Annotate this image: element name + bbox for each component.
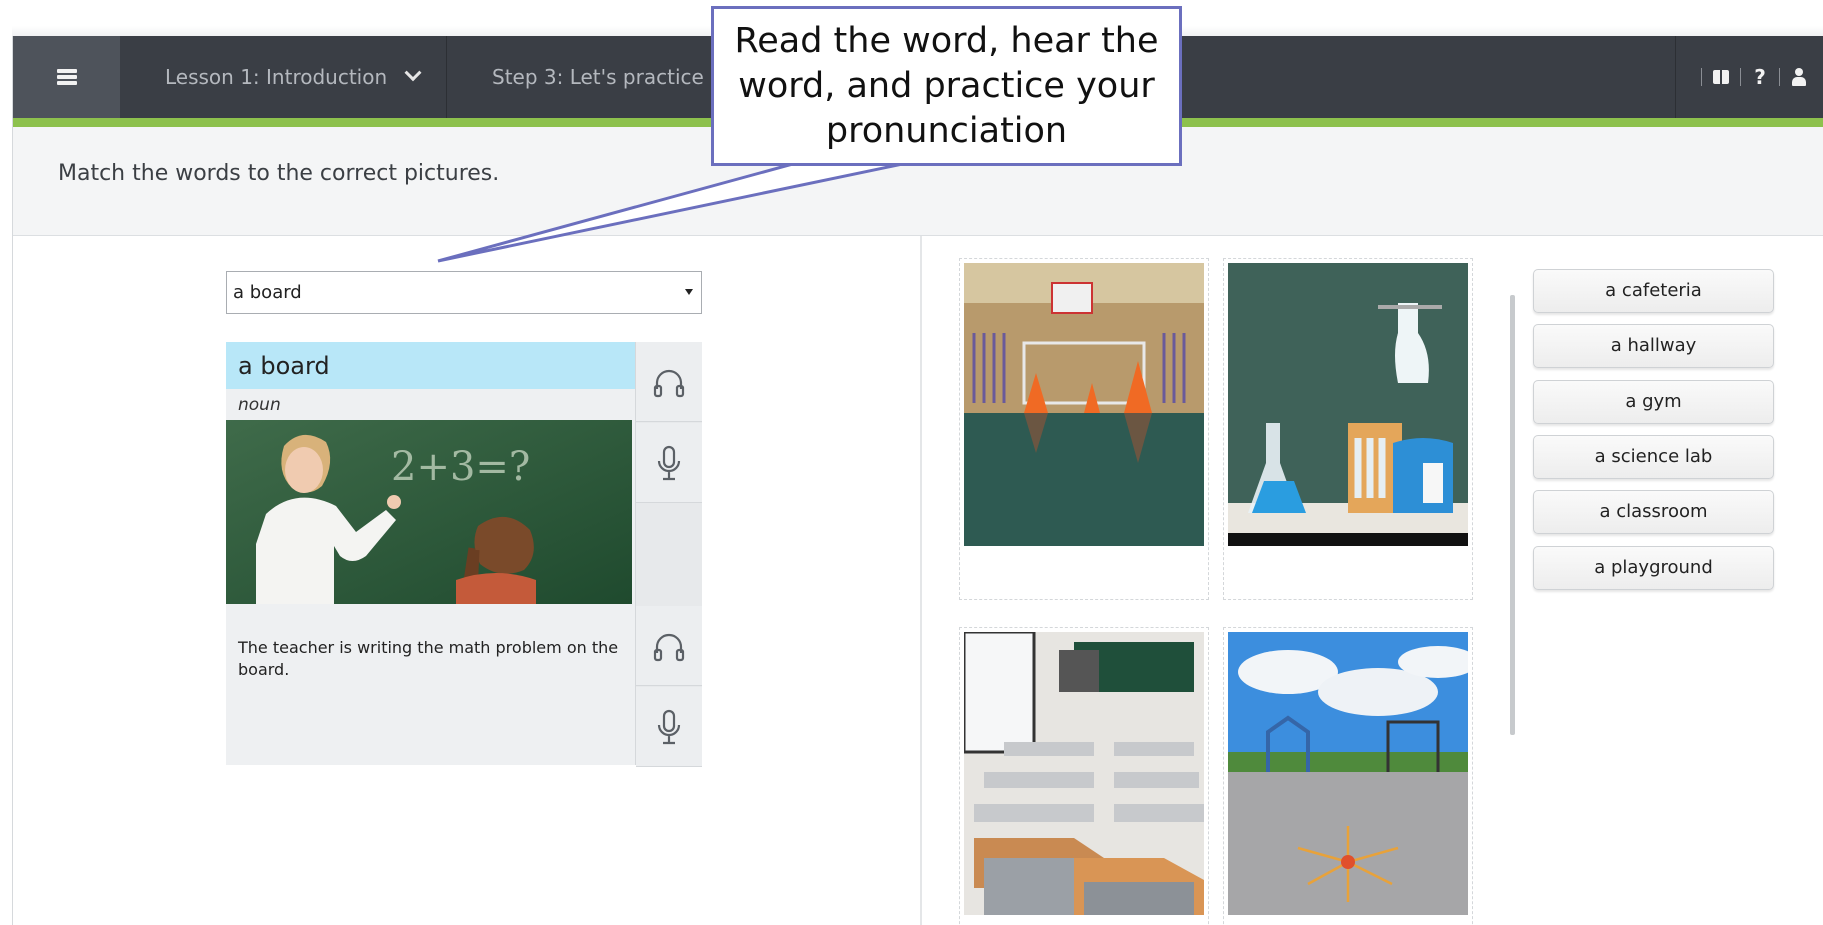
example-sentence: The teacher is writing the math problem …: [238, 638, 619, 679]
help-icon: ?: [1754, 65, 1766, 89]
user-button[interactable]: [1791, 68, 1807, 86]
record-word-button[interactable]: [636, 423, 702, 503]
classroom-photo: [964, 632, 1204, 915]
picture-scrollbar[interactable]: [1510, 295, 1515, 735]
word-bank-item[interactable]: a gym: [1533, 380, 1774, 424]
separator: [1740, 68, 1741, 86]
microphone-icon: [657, 709, 681, 744]
picture-card-science-lab[interactable]: [1223, 258, 1473, 600]
audio-controls: [635, 342, 702, 767]
panel-divider: [920, 236, 922, 925]
app-window: Lesson 1: Introduction Step 3: Let's pra…: [12, 36, 1823, 925]
instruction-text: Match the words to the correct pictures.: [58, 161, 500, 186]
caret-down-icon: [685, 289, 693, 295]
listen-sentence-button[interactable]: [636, 606, 702, 686]
step-label: Step 3: Let's practice: [492, 65, 704, 89]
user-icon: [1792, 68, 1806, 86]
callout-line: word, and practice your: [738, 66, 1155, 106]
hamburger-icon: [56, 67, 77, 87]
word-card: a board noun 2+3=? The teacher is writin…: [226, 342, 702, 767]
book-button[interactable]: [1713, 70, 1729, 84]
chalk-writing: 2+3=?: [391, 444, 530, 490]
science-lab-photo: [1228, 263, 1468, 546]
gym-photo: [964, 263, 1204, 546]
callout-line: Read the word, hear the: [734, 21, 1159, 61]
lesson-label: Lesson 1: Introduction: [165, 65, 388, 89]
listen-word-button[interactable]: [636, 342, 702, 422]
word-heading: a board: [226, 342, 635, 389]
headphones-icon: [653, 633, 685, 661]
picture-card-gym[interactable]: [959, 258, 1209, 600]
word-select-value: a board: [233, 282, 302, 303]
word-bank-item[interactable]: a classroom: [1533, 490, 1774, 534]
microphone-icon: [657, 445, 681, 480]
word-bank-item[interactable]: a science lab: [1533, 435, 1774, 479]
callout-line: pronunciation: [825, 111, 1068, 151]
word-bank-item[interactable]: a hallway: [1533, 324, 1774, 368]
toolbar-icons: ?: [1675, 36, 1823, 118]
word-bank-item[interactable]: a cafeteria: [1533, 269, 1774, 313]
picture-card-classroom[interactable]: [959, 627, 1209, 925]
chevron-down-icon: [404, 64, 422, 82]
step-dropdown[interactable]: Step 3: Let's practice: [448, 36, 748, 118]
playground-photo: [1228, 632, 1468, 915]
part-of-speech: noun: [238, 395, 281, 415]
word-select[interactable]: a board: [226, 271, 702, 314]
record-sentence-button[interactable]: [636, 687, 702, 767]
lesson-dropdown[interactable]: Lesson 1: Introduction: [120, 36, 447, 118]
separator: [1779, 68, 1780, 86]
menu-button[interactable]: [13, 36, 120, 118]
word-bank-item[interactable]: a playground: [1533, 546, 1774, 590]
separator: [1701, 68, 1702, 86]
book-icon: [1713, 70, 1729, 84]
word-photo: 2+3=?: [226, 420, 632, 604]
headphones-icon: [653, 369, 685, 397]
picture-card-playground[interactable]: [1223, 627, 1473, 925]
callout-box: Read the word, hear the word, and practi…: [711, 6, 1182, 166]
help-button[interactable]: ?: [1752, 65, 1768, 89]
